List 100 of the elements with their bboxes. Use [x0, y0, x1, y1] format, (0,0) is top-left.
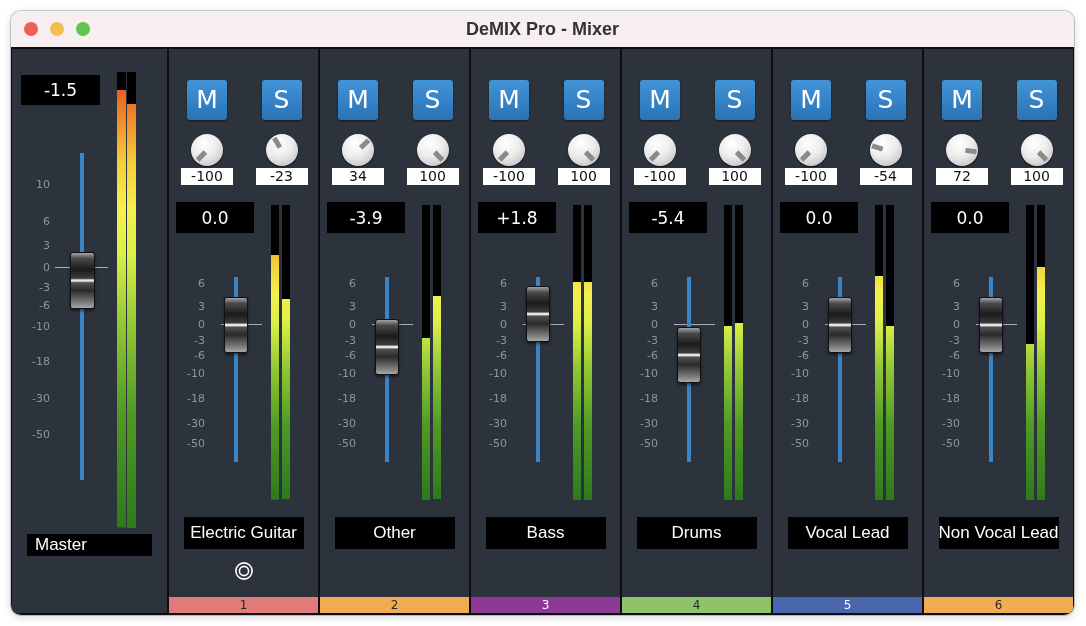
knob[interactable] [191, 134, 223, 166]
scale-label: -6 [193, 348, 205, 362]
scale-label: -18 [639, 391, 658, 405]
track-color-bar: 3 [471, 597, 620, 613]
scale-label: -18 [31, 354, 50, 368]
knob[interactable] [718, 134, 751, 166]
scale-label: -18 [488, 391, 507, 405]
mute-button[interactable]: M [791, 80, 831, 120]
scale-label: -3 [495, 333, 507, 347]
knob[interactable] [567, 134, 600, 166]
scale-label: -30 [790, 416, 809, 430]
knob[interactable] [265, 134, 298, 166]
track-color-bar: 4 [622, 597, 771, 613]
knob-value-field[interactable]: 100 [557, 168, 610, 185]
window-title: DeMIX Pro - Mixer [465, 18, 619, 40]
fader-handle[interactable] [224, 297, 248, 354]
knob-value-field[interactable]: 34 [332, 168, 384, 185]
knob[interactable] [342, 134, 374, 166]
solo-button[interactable]: S [865, 80, 906, 120]
master-name-label: Master [27, 534, 152, 556]
knob-value-field[interactable]: -100 [785, 168, 837, 185]
gain-value-field[interactable]: 0.0 [931, 202, 1009, 233]
solo-button[interactable]: S [563, 80, 604, 120]
scale-label: -18 [790, 391, 809, 405]
scale-label: -30 [31, 391, 50, 405]
knob-value-field[interactable]: 100 [406, 168, 459, 185]
knob[interactable] [644, 134, 676, 166]
scale-label: -50 [639, 436, 658, 450]
fader-handle[interactable] [979, 297, 1003, 354]
scale-label: -3 [344, 333, 356, 347]
gain-value-field[interactable]: -3.9 [327, 202, 405, 233]
scale-label: -30 [186, 416, 205, 430]
scale-label: -6 [797, 348, 809, 362]
scale-label: -3 [797, 333, 809, 347]
fader-handle[interactable] [677, 326, 701, 383]
close-icon[interactable] [24, 22, 38, 36]
scale-label: -50 [186, 436, 205, 450]
solo-button[interactable]: S [412, 80, 453, 120]
gain-value-field[interactable]: +1.8 [478, 202, 556, 233]
scale-label: 6 [42, 214, 50, 228]
scale-label: -18 [186, 391, 205, 405]
scale-label: 3 [650, 299, 658, 313]
mute-button[interactable]: M [489, 80, 529, 120]
scale-label: -3 [948, 333, 960, 347]
track-color-bar: 2 [320, 597, 469, 613]
track-color-bar: 1 [169, 597, 318, 613]
solo-button[interactable]: S [1016, 80, 1057, 120]
knob-value-field[interactable]: -23 [255, 168, 308, 185]
scale-label: 6 [348, 276, 356, 290]
scale-label: 0 [499, 317, 507, 331]
knob[interactable] [869, 134, 902, 166]
channel-name-label: Bass [485, 517, 606, 549]
solo-button[interactable]: S [261, 80, 302, 120]
scale-label: 3 [801, 299, 809, 313]
knob-value-field[interactable]: -100 [483, 168, 535, 185]
knob-value-field[interactable]: -100 [634, 168, 686, 185]
track-color-bar: 5 [773, 597, 922, 613]
mute-button[interactable]: M [187, 80, 227, 120]
fader-handle[interactable] [828, 297, 852, 354]
scale-label: 3 [197, 299, 205, 313]
scale-label: -18 [941, 391, 960, 405]
mute-button[interactable]: M [942, 80, 982, 120]
scale-label: -6 [38, 298, 50, 312]
scale-label: -30 [639, 416, 658, 430]
channel-name-label: Drums [636, 517, 757, 549]
scale-label: 3 [952, 299, 960, 313]
scale-label: -3 [646, 333, 658, 347]
scale-label: -10 [337, 366, 356, 380]
knob-value-field[interactable]: 100 [708, 168, 761, 185]
fader-handle[interactable] [526, 286, 550, 342]
mute-button[interactable]: M [640, 80, 680, 120]
knob-value-field[interactable]: -54 [859, 168, 912, 185]
scale-label: -50 [337, 436, 356, 450]
scale-label: -10 [941, 366, 960, 380]
knob-value-field[interactable]: 100 [1010, 168, 1063, 185]
knob-value-field[interactable]: 72 [936, 168, 988, 185]
knob[interactable] [795, 134, 827, 166]
scale-label: -30 [337, 416, 356, 430]
knob[interactable] [946, 134, 978, 166]
fader-handle[interactable] [375, 319, 399, 376]
solo-button[interactable]: S [714, 80, 755, 120]
scale-label: -50 [790, 436, 809, 450]
scale-label: -6 [495, 348, 507, 362]
scale-label: -10 [186, 366, 205, 380]
knob[interactable] [493, 134, 525, 166]
fader-handle[interactable] [70, 252, 95, 309]
scale-label: -10 [488, 366, 507, 380]
gain-value-field[interactable]: -1.5 [21, 75, 100, 105]
scale-label: 0 [197, 317, 205, 331]
gain-value-field[interactable]: 0.0 [176, 202, 254, 233]
knob-value-field[interactable]: -100 [181, 168, 233, 185]
gain-value-field[interactable]: -5.4 [629, 202, 707, 233]
mute-button[interactable]: M [338, 80, 378, 120]
scale-label: -10 [639, 366, 658, 380]
knob[interactable] [416, 134, 449, 166]
knob[interactable] [1020, 134, 1053, 166]
scale-label: 6 [197, 276, 205, 290]
gain-value-field[interactable]: 0.0 [780, 202, 858, 233]
scale-label: -50 [31, 427, 50, 441]
scale-label: -6 [646, 348, 658, 362]
